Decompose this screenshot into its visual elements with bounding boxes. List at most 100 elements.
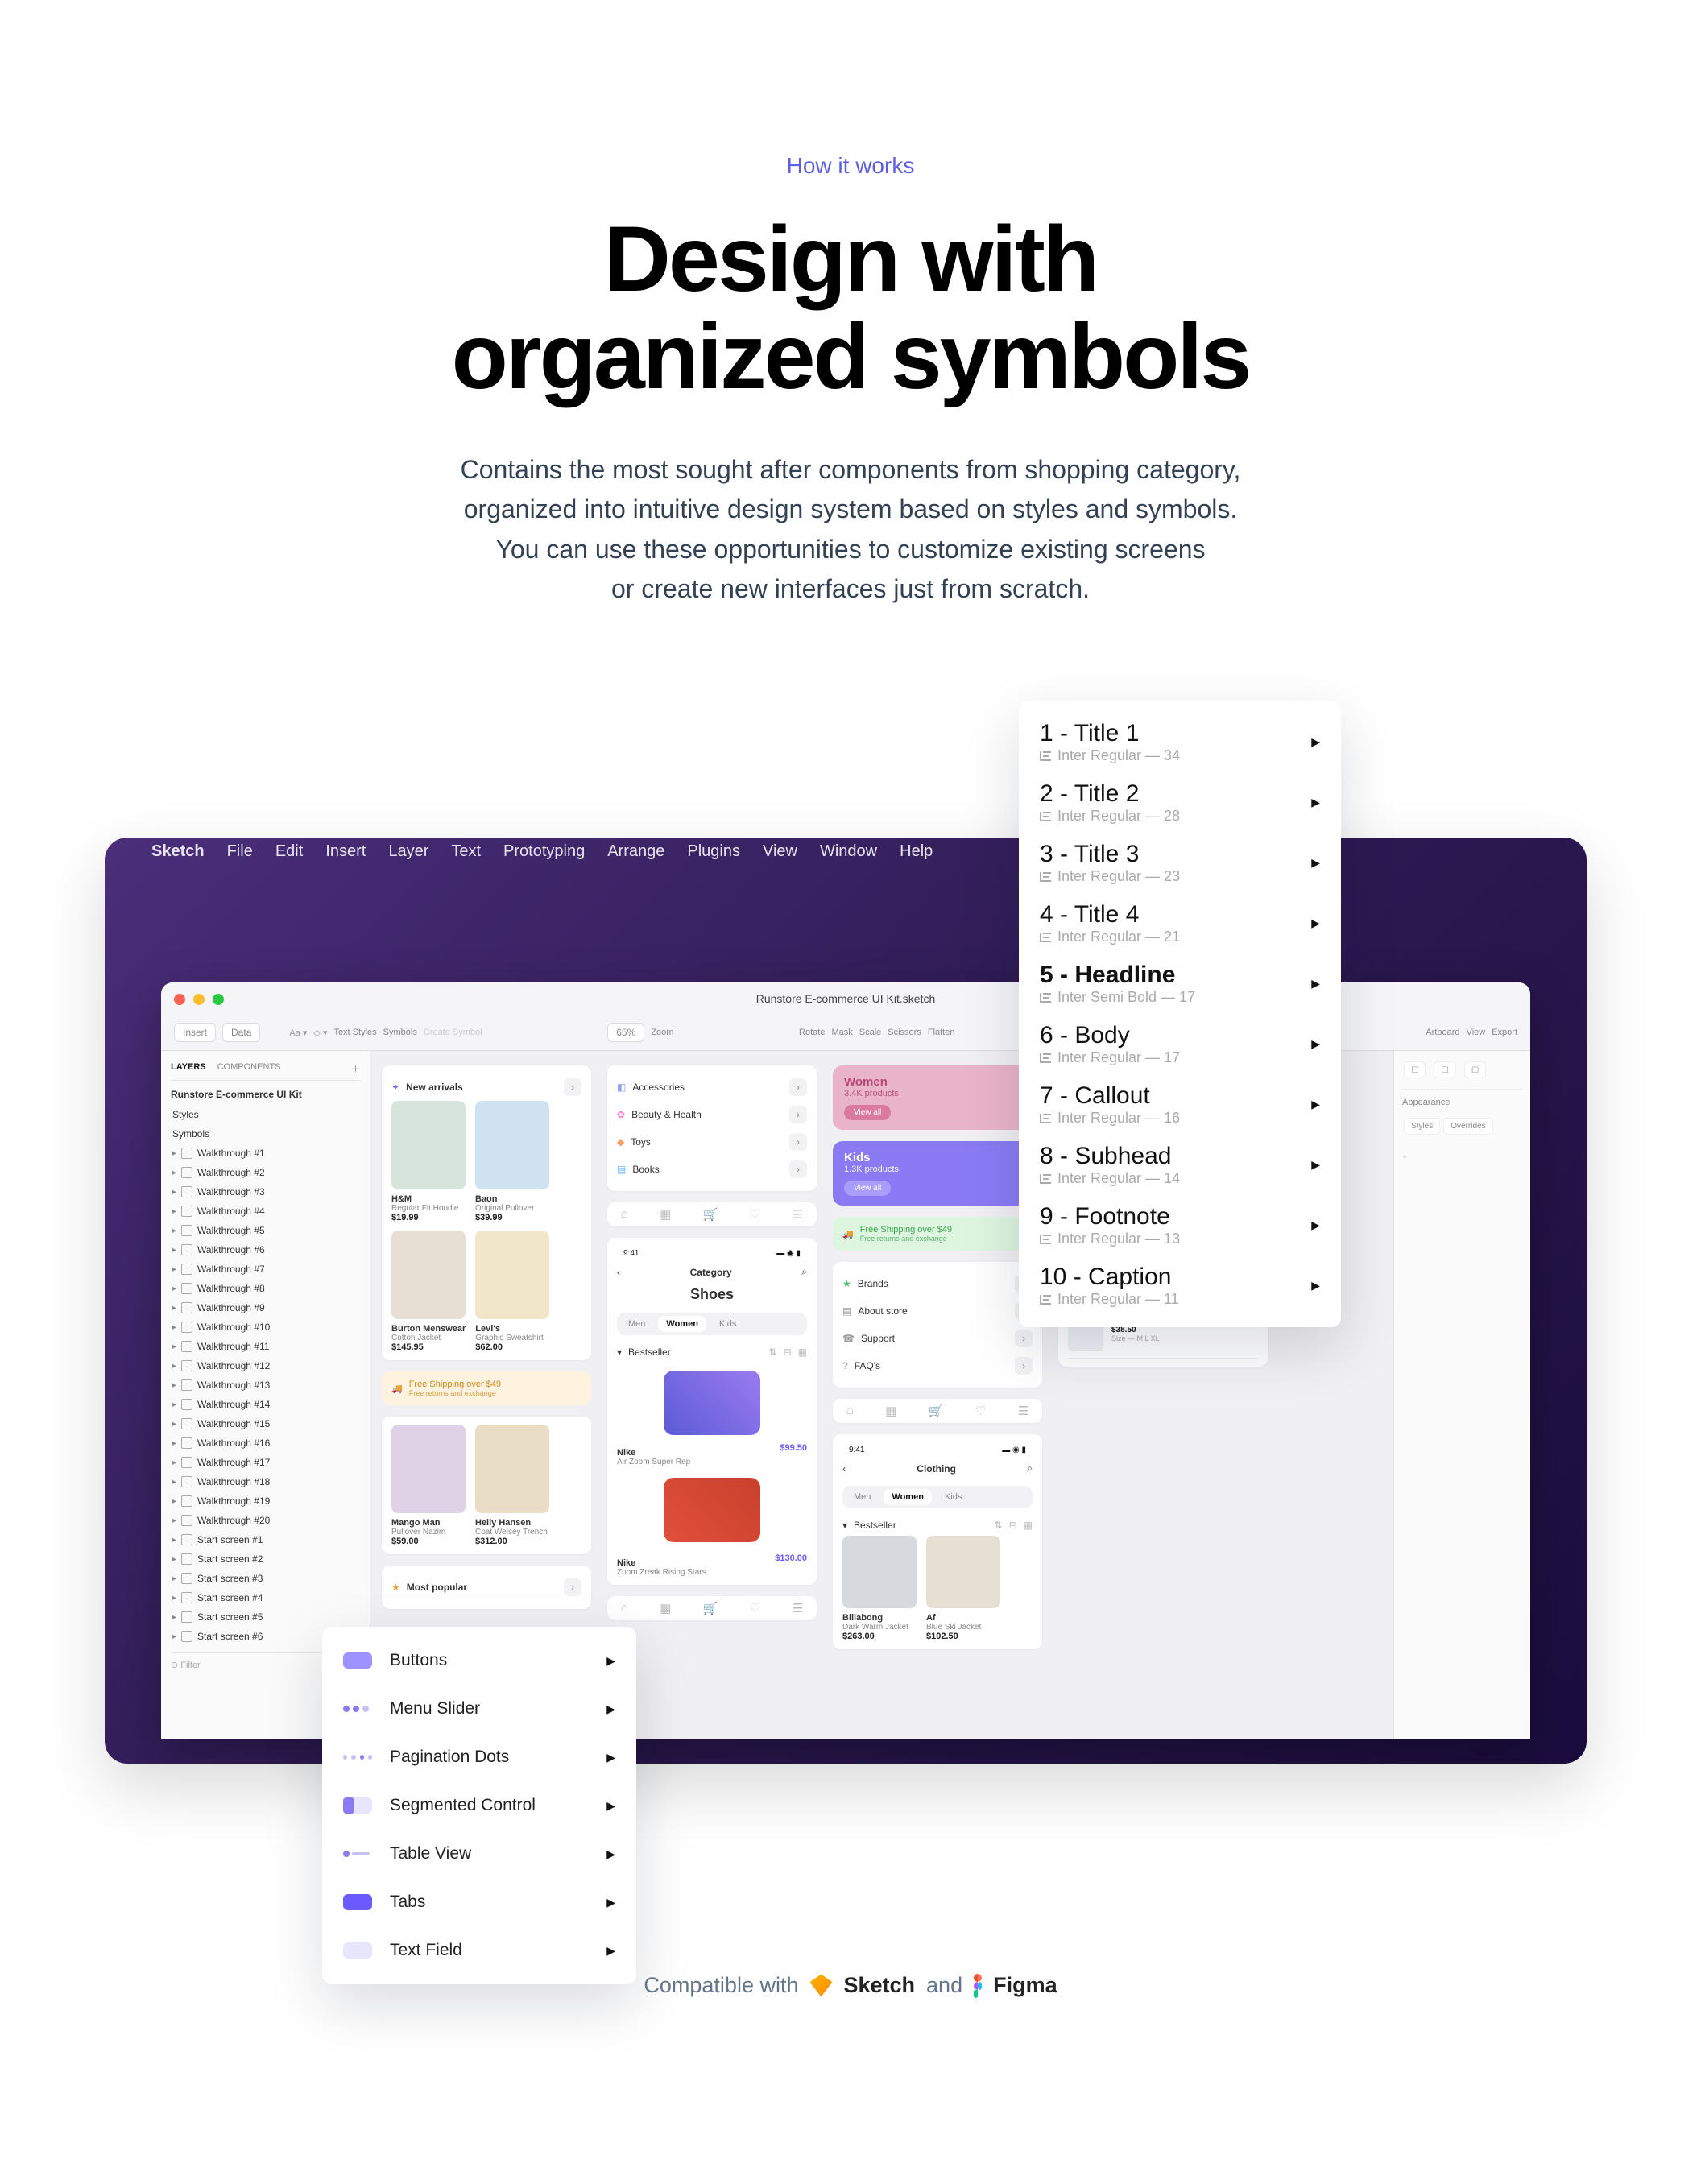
text-style-item[interactable]: 6 - BodyInter Regular — 17▶ [1037, 1014, 1323, 1074]
product-thumb[interactable] [391, 1101, 466, 1189]
menu-help[interactable]: Help [900, 842, 933, 861]
row-brands[interactable]: ★Brands› [842, 1270, 1033, 1297]
home-icon[interactable]: ⌂ [621, 1207, 628, 1222]
user-icon[interactable]: ☰ [793, 1207, 803, 1222]
component-item[interactable]: Segmented Control▶ [340, 1781, 619, 1830]
banner-kids[interactable]: Kids1.3K productsView all [833, 1141, 1042, 1206]
toolbar-artboard[interactable]: Artboard [1426, 1028, 1459, 1037]
sort-bestseller[interactable]: Bestseller [628, 1346, 671, 1358]
product-thumb[interactable] [475, 1231, 549, 1319]
product-thumb[interactable] [664, 1371, 760, 1435]
layer-row[interactable]: ▸Walkthrough #20 [171, 1511, 360, 1530]
search-icon[interactable]: ⌕ [801, 1266, 807, 1278]
text-style-item[interactable]: 2 - Title 2Inter Regular — 28▶ [1037, 772, 1323, 833]
menu-plugins[interactable]: Plugins [687, 842, 740, 861]
menu-view[interactable]: View [763, 842, 797, 861]
layer-row[interactable]: ▸Walkthrough #11 [171, 1337, 360, 1356]
text-style-item[interactable]: 9 - FootnoteInter Regular — 13▶ [1037, 1195, 1323, 1255]
add-page-icon[interactable]: ＋ [351, 1062, 360, 1075]
toolbar-view[interactable]: View [1467, 1028, 1486, 1037]
menubar-app[interactable]: Sketch [151, 842, 205, 861]
segmented-control[interactable]: MenWomenKids [617, 1313, 807, 1335]
product-thumb[interactable] [391, 1231, 466, 1319]
layer-row[interactable]: ▸Walkthrough #14 [171, 1395, 360, 1414]
text-style-item[interactable]: 10 - CaptionInter Regular — 11▶ [1037, 1255, 1323, 1316]
layer-row[interactable]: ▸Start screen #1 [171, 1530, 360, 1549]
grid-icon[interactable]: ▦ [798, 1346, 807, 1358]
sort-icon[interactable]: ⇅ [769, 1346, 777, 1358]
close-button[interactable] [174, 994, 185, 1005]
banner-women[interactable]: Women3.4K productsView all [833, 1065, 1042, 1130]
toolbar-rotate[interactable]: Rotate [799, 1028, 825, 1037]
product-thumb[interactable] [926, 1536, 1000, 1608]
segmented-control[interactable]: MenWomenKids [842, 1486, 1033, 1508]
row-faq[interactable]: ?FAQ's› [842, 1352, 1033, 1379]
layer-row[interactable]: ▸Start screen #4 [171, 1588, 360, 1607]
product-thumb[interactable] [475, 1101, 549, 1189]
back-icon[interactable]: ‹ [617, 1267, 620, 1278]
menu-prototyping[interactable]: Prototyping [503, 842, 585, 861]
layer-row[interactable]: ▸Walkthrough #15 [171, 1414, 360, 1433]
layer-row[interactable]: ▸Walkthrough #3 [171, 1182, 360, 1202]
layer-row[interactable]: ▸Walkthrough #17 [171, 1453, 360, 1472]
minimize-button[interactable] [193, 994, 205, 1005]
layer-row[interactable]: ▸Walkthrough #4 [171, 1202, 360, 1221]
layers-section-symbols[interactable]: Symbols [171, 1124, 360, 1144]
menu-insert[interactable]: Insert [325, 842, 366, 861]
layer-row[interactable]: ▸Walkthrough #16 [171, 1433, 360, 1453]
menu-layer[interactable]: Layer [388, 842, 428, 861]
row-about[interactable]: ▤About store› [842, 1297, 1033, 1325]
product-thumb[interactable] [391, 1425, 466, 1513]
layer-row[interactable]: ▸Start screen #2 [171, 1549, 360, 1569]
product-thumb[interactable] [842, 1536, 917, 1608]
component-item[interactable]: Text Field▶ [340, 1926, 619, 1975]
layer-row[interactable]: ▸Walkthrough #19 [171, 1491, 360, 1511]
category-toys[interactable]: ◆Toys› [617, 1128, 807, 1156]
tab-components[interactable]: COMPONENTS [217, 1062, 281, 1075]
menu-arrange[interactable]: Arrange [607, 842, 664, 861]
maximize-button[interactable] [213, 994, 224, 1005]
menu-file[interactable]: File [227, 842, 253, 861]
menu-window[interactable]: Window [820, 842, 877, 861]
layer-row[interactable]: ▸Walkthrough #13 [171, 1375, 360, 1395]
text-style-item[interactable]: 8 - SubheadInter Regular — 14▶ [1037, 1135, 1323, 1195]
text-style-item[interactable]: 1 - Title 1Inter Regular — 34▶ [1037, 712, 1323, 772]
text-style-item[interactable]: 4 - Title 4Inter Regular — 21▶ [1037, 893, 1323, 953]
toolbar-scissors[interactable]: Scissors [888, 1028, 921, 1037]
toolbar-mask[interactable]: Mask [831, 1028, 852, 1037]
layer-row[interactable]: ▸Walkthrough #6 [171, 1240, 360, 1260]
layer-row[interactable]: ▸Walkthrough #8 [171, 1279, 360, 1298]
cart-icon[interactable]: 🛒 [703, 1207, 718, 1222]
toolbar-flatten[interactable]: Flatten [928, 1028, 955, 1037]
layer-row[interactable]: ▸Walkthrough #5 [171, 1221, 360, 1240]
layer-row[interactable]: ▸Start screen #3 [171, 1569, 360, 1588]
toolbar-textstyles[interactable]: Text Styles [333, 1028, 376, 1037]
category-health[interactable]: ✿Beauty & Health› [617, 1101, 807, 1128]
product-thumb[interactable] [475, 1425, 549, 1513]
chevron-right-icon[interactable]: › [564, 1078, 581, 1096]
layer-row[interactable]: ▸Start screen #5 [171, 1607, 360, 1627]
menu-text[interactable]: Text [451, 842, 481, 861]
toolbar-scale[interactable]: Scale [859, 1028, 882, 1037]
text-style-item[interactable]: 7 - CalloutInter Regular — 16▶ [1037, 1074, 1323, 1135]
category-accessories[interactable]: ◧Accessories› [617, 1073, 807, 1101]
zoom-value[interactable]: 65% [607, 1023, 644, 1042]
tab-layers[interactable]: LAYERS [171, 1062, 206, 1075]
grid-icon[interactable]: ▦ [660, 1207, 671, 1222]
component-item[interactable]: Buttons▶ [340, 1636, 619, 1685]
text-style-item[interactable]: 5 - HeadlineInter Semi Bold — 17▶ [1037, 953, 1323, 1014]
filter-icon[interactable]: ⊟ [784, 1346, 792, 1358]
toolbar-data[interactable]: Data [222, 1023, 260, 1042]
toolbar-export[interactable]: Export [1492, 1028, 1517, 1037]
category-books[interactable]: ▤Books› [617, 1156, 807, 1183]
layer-row[interactable]: ▸Walkthrough #18 [171, 1472, 360, 1491]
toolbar-symbols[interactable]: Symbols [383, 1028, 417, 1037]
layer-row[interactable]: ▸Walkthrough #10 [171, 1317, 360, 1337]
heart-icon[interactable]: ♡ [750, 1207, 760, 1222]
layer-row[interactable]: ▸Walkthrough #7 [171, 1260, 360, 1279]
menu-edit[interactable]: Edit [275, 842, 303, 861]
layers-section-styles[interactable]: Styles [171, 1105, 360, 1124]
row-support[interactable]: ☎Support› [842, 1325, 1033, 1352]
layer-row[interactable]: ▸Walkthrough #12 [171, 1356, 360, 1375]
product-thumb[interactable] [664, 1478, 760, 1542]
